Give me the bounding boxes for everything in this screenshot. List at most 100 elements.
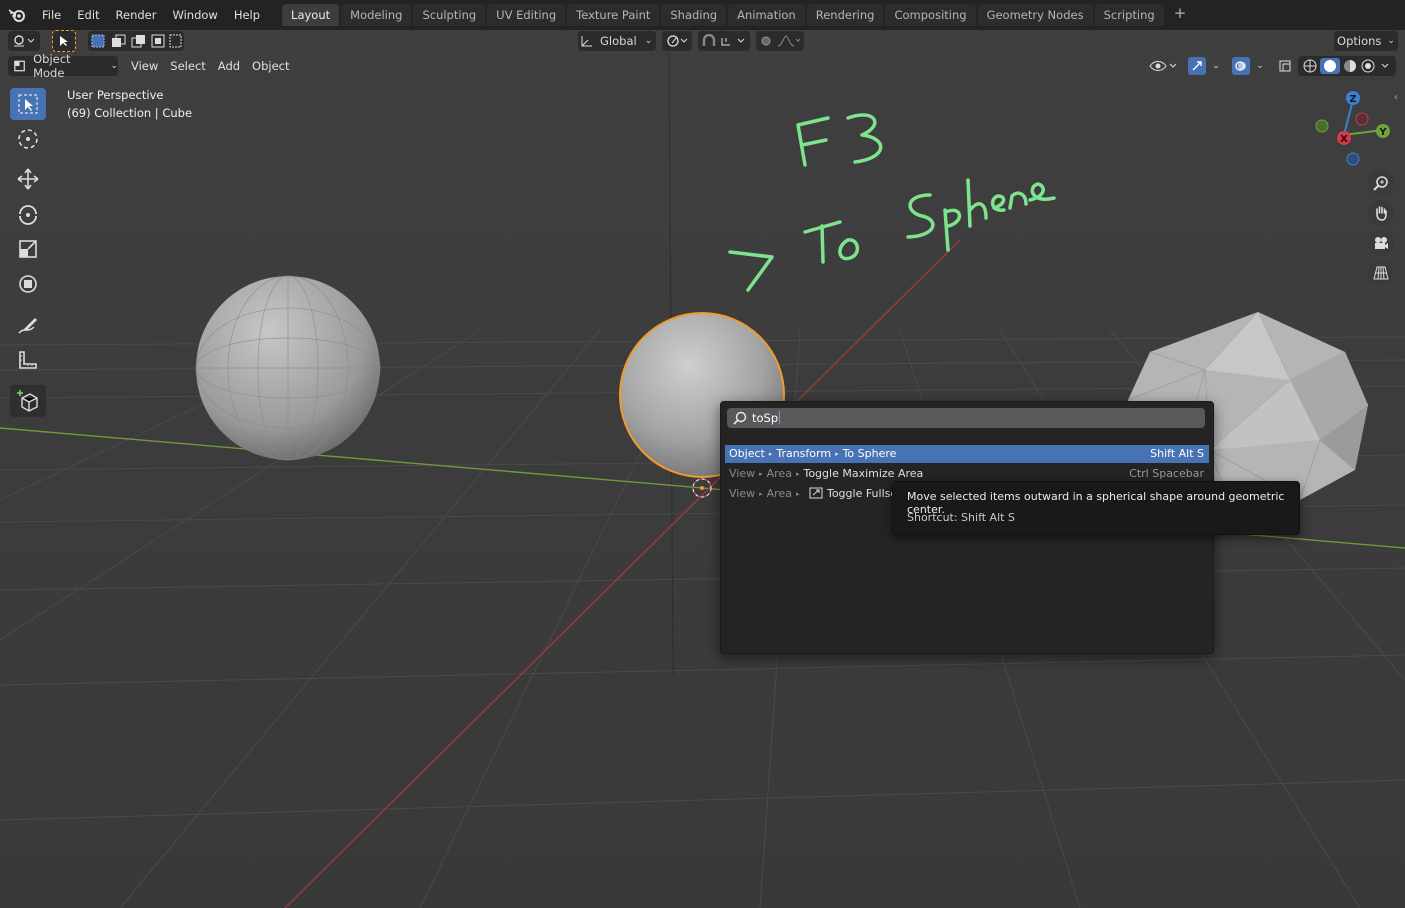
chevron-right-icon: ▸ bbox=[795, 490, 800, 498]
menu-render[interactable]: Render bbox=[108, 8, 165, 22]
search-input[interactable]: toSp bbox=[727, 408, 1205, 428]
tab-geometry-nodes[interactable]: Geometry Nodes bbox=[977, 4, 1093, 26]
xray-toggle[interactable] bbox=[1274, 56, 1296, 76]
xray-icon bbox=[1279, 60, 1291, 72]
gizmo-z-label: Z bbox=[1349, 94, 1356, 105]
result-path-1: Area bbox=[766, 487, 792, 500]
tool-settings-bar: Global ⌄ Options ⌄ bbox=[0, 30, 1405, 52]
editor-type-button[interactable] bbox=[8, 31, 40, 51]
chevron-right-icon: ▸ bbox=[759, 490, 763, 498]
select-tool-icon[interactable] bbox=[52, 30, 76, 52]
result-path-1: Transform bbox=[776, 447, 832, 460]
perspective-toggle-icon[interactable] bbox=[1368, 260, 1394, 286]
uv-sphere-object bbox=[195, 275, 381, 461]
tab-modeling[interactable]: Modeling bbox=[341, 4, 412, 26]
overlays-icon bbox=[1232, 57, 1251, 75]
gizmo-toggle[interactable]: ⌄ bbox=[1184, 56, 1224, 76]
fullscreen-icon bbox=[809, 487, 823, 499]
add-cube-tool-icon[interactable] bbox=[10, 385, 46, 417]
snap-toggle[interactable] bbox=[698, 31, 750, 51]
operator-tooltip: Move selected items outward in a spheric… bbox=[892, 481, 1300, 535]
tab-texture-paint[interactable]: Texture Paint bbox=[567, 4, 660, 26]
shading-mode-buttons[interactable] bbox=[1298, 56, 1396, 76]
scale-tool-icon[interactable] bbox=[10, 233, 46, 265]
overlays-toggle[interactable]: ⌄ bbox=[1228, 56, 1268, 76]
eye-icon bbox=[1149, 61, 1177, 71]
object-mode-icon bbox=[14, 60, 25, 72]
navigation-gizmo[interactable]: Z Y X bbox=[1308, 88, 1398, 178]
measure-tool-icon[interactable] bbox=[10, 344, 46, 376]
search-icon bbox=[733, 411, 747, 425]
tab-uv-editing[interactable]: UV Editing bbox=[487, 4, 566, 26]
tab-animation[interactable]: Animation bbox=[728, 4, 805, 26]
tab-sculpting[interactable]: Sculpting bbox=[413, 4, 486, 26]
tab-compositing[interactable]: Compositing bbox=[885, 4, 976, 26]
visibility-dropdown[interactable] bbox=[1146, 56, 1180, 76]
chevron-right-icon: ▸ bbox=[759, 470, 763, 478]
result-shortcut: Shift Alt S bbox=[1150, 447, 1204, 460]
transform-tool-icon[interactable] bbox=[10, 268, 46, 300]
text-cursor bbox=[779, 411, 781, 424]
menu-window[interactable]: Window bbox=[164, 8, 225, 22]
tooltip-shortcut: Shortcut: Shift Alt S bbox=[907, 511, 1015, 524]
gizmo-icon bbox=[1188, 57, 1207, 75]
rotate-tool-icon[interactable] bbox=[10, 198, 46, 230]
proportional-editing-toggle[interactable] bbox=[756, 31, 804, 51]
zoom-icon[interactable] bbox=[1368, 170, 1394, 196]
chevron-down-icon: ⌄ bbox=[110, 61, 118, 71]
blender-logo-icon[interactable] bbox=[0, 0, 34, 30]
menu-help[interactable]: Help bbox=[226, 8, 268, 22]
add-menu[interactable]: Add bbox=[213, 56, 245, 76]
result-path-1: Area bbox=[766, 467, 792, 480]
sidebar-toggle-icon[interactable]: ‹ bbox=[1394, 92, 1398, 103]
chevron-right-icon: ▸ bbox=[768, 450, 773, 458]
select-menu[interactable]: Select bbox=[165, 56, 210, 76]
chevron-down-icon: ⌄ bbox=[1212, 61, 1220, 71]
chevron-down-icon: ⌄ bbox=[644, 36, 653, 46]
gizmo-y-label: Y bbox=[1378, 127, 1387, 138]
workspace-tabs: Layout Modeling Sculpting UV Editing Tex… bbox=[282, 4, 1194, 26]
pivot-point-dropdown[interactable] bbox=[662, 31, 692, 51]
orientation-value: Global bbox=[600, 34, 637, 48]
tab-layout[interactable]: Layout bbox=[282, 4, 340, 26]
result-path-0: View bbox=[729, 487, 756, 500]
tab-scripting[interactable]: Scripting bbox=[1094, 4, 1164, 26]
add-workspace-button[interactable]: + bbox=[1166, 4, 1195, 26]
mode-dropdown[interactable]: Object Mode ⌄ bbox=[8, 52, 118, 80]
result-path-0: Object bbox=[729, 447, 765, 460]
annotate-tool-icon[interactable] bbox=[10, 309, 46, 341]
menu-edit[interactable]: Edit bbox=[69, 8, 107, 22]
gizmo-x-label: X bbox=[1340, 134, 1348, 145]
object-menu[interactable]: Object bbox=[247, 56, 294, 76]
select-box-tool[interactable] bbox=[10, 88, 46, 120]
proportional-icon bbox=[761, 35, 801, 47]
top-bar: File Edit Render Window Help Layout Mode… bbox=[0, 0, 1405, 30]
pan-hand-icon[interactable] bbox=[1368, 200, 1394, 226]
cursor-tool-icon[interactable] bbox=[10, 123, 46, 155]
collection-label: (69) Collection | Cube bbox=[67, 106, 193, 120]
pivot-icon bbox=[667, 35, 688, 47]
view-menu[interactable]: View bbox=[126, 56, 163, 76]
result-name: To Sphere bbox=[842, 447, 897, 460]
selection-mode-buttons[interactable] bbox=[88, 31, 184, 51]
result-name: Toggle Fullscr bbox=[826, 487, 901, 500]
options-dropdown[interactable]: Options ⌄ bbox=[1334, 31, 1398, 51]
orientation-icon bbox=[581, 36, 592, 47]
tab-shading[interactable]: Shading bbox=[661, 4, 727, 26]
viewport-header: Object Mode ⌄ View Select Add Object ⌄ ⌄ bbox=[0, 52, 1405, 80]
result-path-0: View bbox=[729, 467, 756, 480]
transform-orientation-dropdown[interactable]: Global ⌄ bbox=[578, 31, 656, 51]
menu-file[interactable]: File bbox=[34, 8, 69, 22]
search-query: toSp bbox=[752, 411, 779, 425]
camera-view-icon[interactable] bbox=[1368, 230, 1394, 256]
tab-rendering[interactable]: Rendering bbox=[806, 4, 884, 26]
search-result-to-sphere[interactable]: Object ▸ Transform ▸ To Sphere Shift Alt S bbox=[725, 445, 1209, 463]
perspective-label: User Perspective bbox=[67, 88, 164, 102]
chevron-down-icon: ⌄ bbox=[1256, 61, 1264, 71]
move-tool-icon[interactable] bbox=[10, 163, 46, 195]
chevron-right-icon: ▸ bbox=[795, 470, 800, 478]
chevron-right-icon: ▸ bbox=[835, 450, 839, 458]
options-label: Options bbox=[1337, 34, 1382, 48]
magnet-icon bbox=[702, 34, 745, 46]
result-name: Toggle Maximize Area bbox=[803, 467, 924, 480]
